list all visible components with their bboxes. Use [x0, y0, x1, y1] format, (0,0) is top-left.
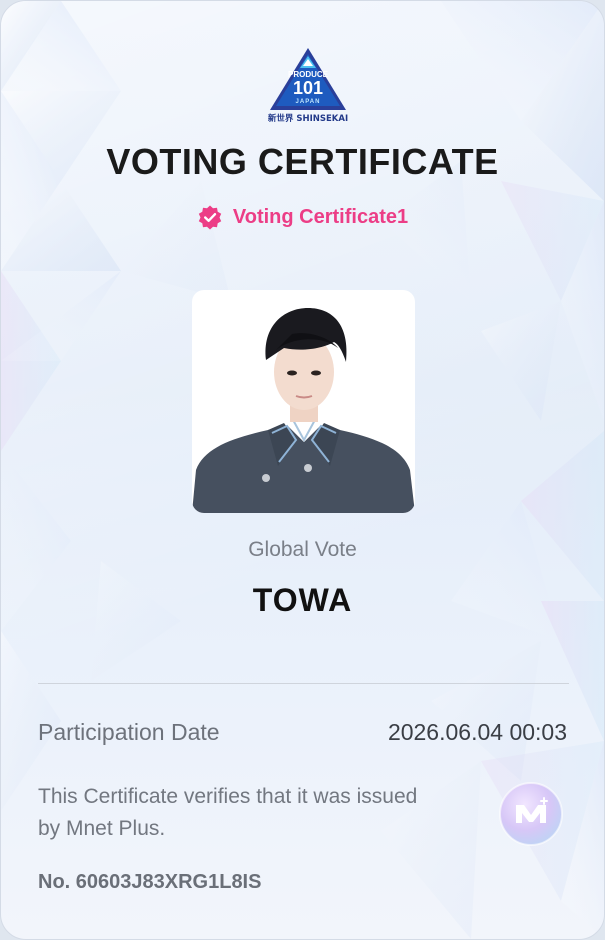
participation-date-label: Participation Date: [38, 719, 220, 745]
svg-text:JAPAN: JAPAN: [296, 99, 321, 105]
voting-certificate-card: PRODUCE 101 JAPAN 新世界 SHINSEKAI VOTING C…: [0, 0, 605, 940]
vote-type-label: Global Vote: [248, 538, 357, 561]
member-photo: [192, 290, 415, 513]
produce101-logo: PRODUCE 101 JAPAN 新世界 SHINSEKAI: [268, 48, 348, 124]
participation-date-value: 2026.06.04 00:03: [387, 719, 567, 745]
member-name: TOWA: [252, 582, 353, 618]
mnet-plus-icon: [499, 782, 563, 846]
certificate-badge: Voting Certificate1: [1, 204, 604, 230]
badge-label: Voting Certificate1: [232, 205, 409, 228]
svg-text:新世界 SHINSEKAI: 新世界 SHINSEKAI: [268, 113, 348, 124]
verified-badge-icon: [198, 205, 222, 230]
verification-note: This Certificate verifies that it was is…: [38, 785, 418, 840]
divider: [38, 683, 569, 684]
certificate-serial-number: No. 60603J83XRG1L8IS: [38, 871, 262, 893]
svg-text:101: 101: [293, 78, 323, 98]
certificate-title: VOTING CERTIFICATE: [106, 141, 499, 182]
